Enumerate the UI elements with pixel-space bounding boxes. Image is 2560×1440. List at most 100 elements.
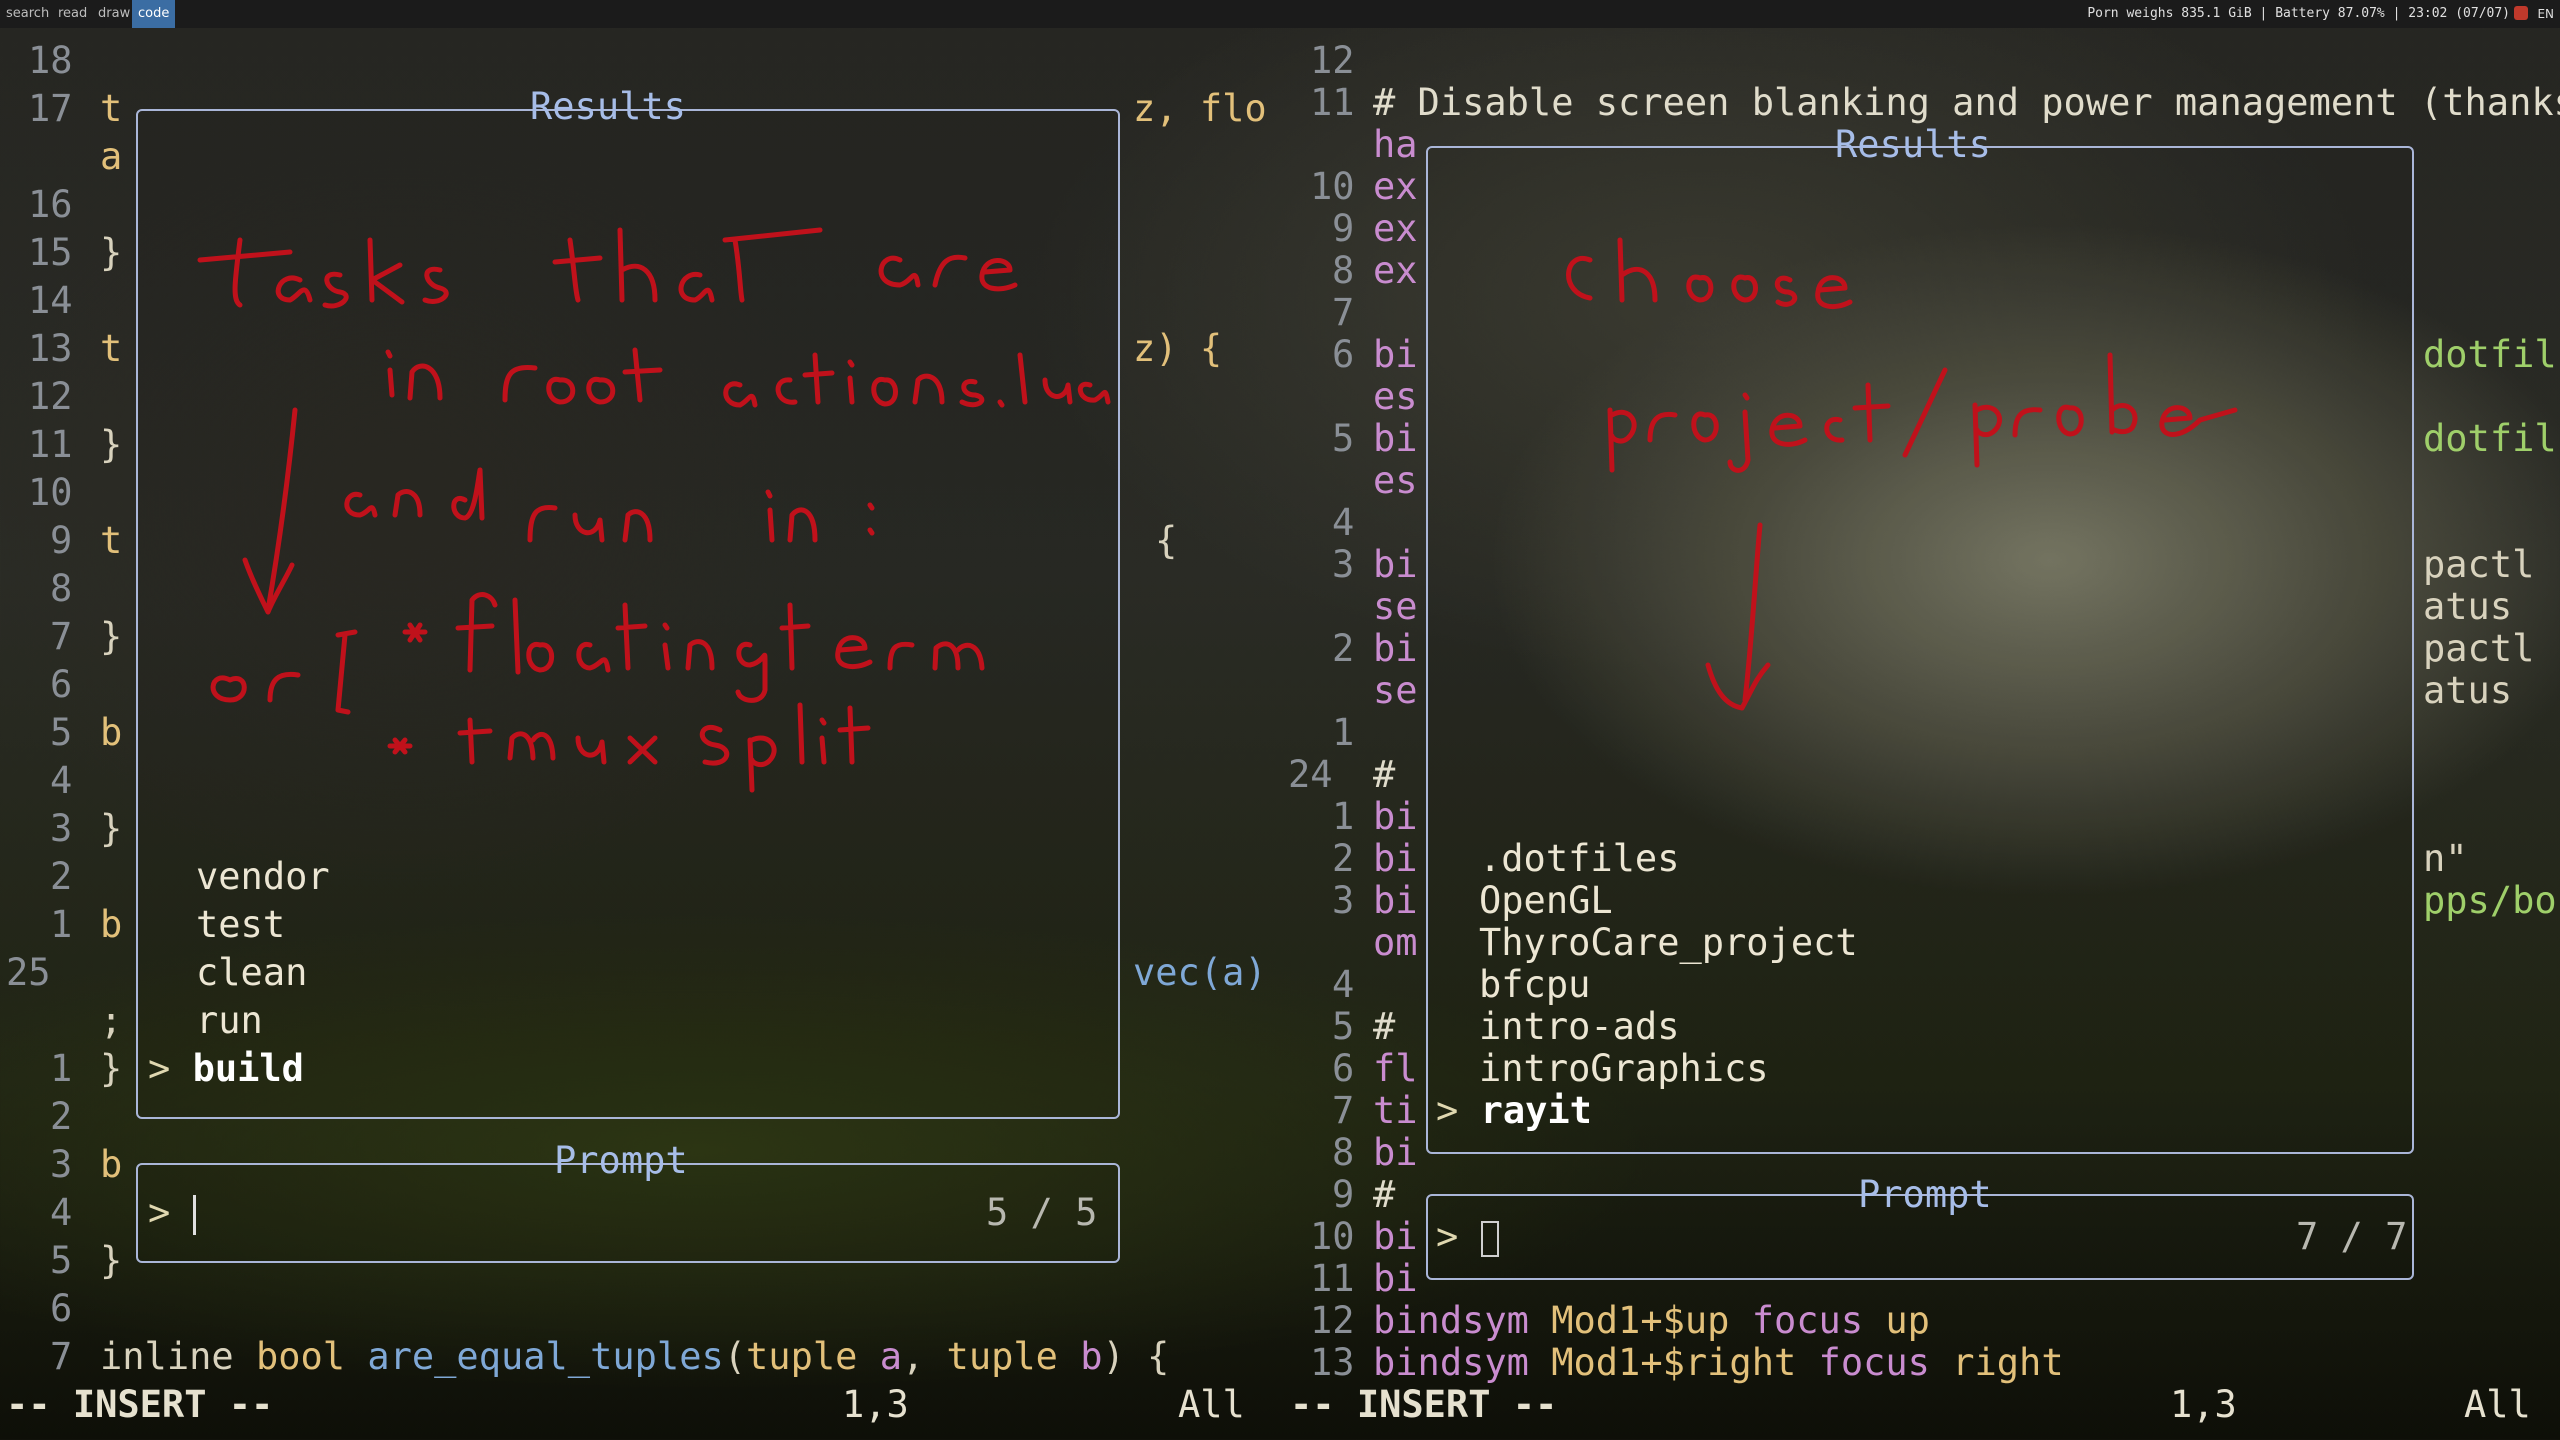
code-fragment: z) { xyxy=(1133,327,1223,370)
prompt-title: Prompt xyxy=(554,1139,688,1182)
code-fragment: bi xyxy=(1373,543,1418,586)
prompt-input[interactable]: > xyxy=(148,1192,196,1235)
line-number: 1 xyxy=(50,903,73,946)
result-item[interactable]: intro-ads xyxy=(1479,1006,1679,1048)
code-fragment: bi xyxy=(1373,627,1418,670)
line-number: 4 xyxy=(1332,501,1355,544)
block-cursor xyxy=(1480,1220,1499,1257)
workspace-draw[interactable]: draw xyxy=(92,0,136,28)
line-number: 6 xyxy=(1332,1047,1355,1090)
type: bool xyxy=(255,1335,346,1378)
selected-result-item[interactable]: > build xyxy=(148,1048,304,1090)
result-item[interactable]: ThyroCare_project xyxy=(1479,922,1858,964)
line-number: 4 xyxy=(50,759,73,802)
code-fragment: a xyxy=(100,135,123,178)
code-fragment: bi xyxy=(1373,417,1418,460)
code-fragment: } xyxy=(100,231,123,274)
line-number: 1 xyxy=(50,1047,73,1090)
code-fragment: pactl xyxy=(2423,627,2535,670)
line-number: 2 xyxy=(50,1095,73,1138)
keyword: bindsym xyxy=(1373,1299,1529,1342)
line-number: 18 xyxy=(28,39,73,82)
line-number: 11 xyxy=(28,423,73,466)
disk-status: Porn weighs 835.1 GiB xyxy=(2087,6,2252,21)
code-fragment: t xyxy=(100,87,123,130)
prompt-input[interactable]: > xyxy=(1436,1216,1499,1258)
code-fragment: ; xyxy=(100,999,123,1042)
line-number: 5 xyxy=(1332,1005,1355,1048)
code-fragment: se xyxy=(1373,585,1418,628)
status-bar: Porn weighs 835.1 GiB | Battery 87.07% |… xyxy=(2087,6,2510,21)
line-number: 3 xyxy=(50,1143,73,1186)
result-item[interactable]: .dotfiles xyxy=(1479,838,1679,880)
code-fragment: b xyxy=(100,711,123,754)
keyboard-layout-indicator[interactable]: EN xyxy=(2537,0,2554,28)
result-item[interactable]: OpenGL xyxy=(1479,880,1613,922)
code-fragment: bi xyxy=(1373,1215,1418,1258)
line-number: 2 xyxy=(1332,627,1355,670)
code-fragment: { xyxy=(1155,519,1178,562)
tray-app-icon[interactable] xyxy=(2514,6,2528,20)
code-fragment: # xyxy=(1373,1173,1396,1216)
line-number: 3 xyxy=(1332,543,1355,586)
result-item[interactable]: introGraphics xyxy=(1479,1048,1769,1090)
code-fragment: atus xyxy=(2423,585,2513,628)
param: b xyxy=(1080,1335,1103,1378)
line-number: 3 xyxy=(1332,879,1355,922)
selection-caret: > xyxy=(148,1047,193,1090)
punct: ( xyxy=(723,1335,747,1378)
workspace-read[interactable]: read xyxy=(52,0,93,28)
workspace-code[interactable]: code xyxy=(132,0,176,28)
result-item[interactable]: vendor xyxy=(196,856,330,898)
code-fragment: vec(a) xyxy=(1133,951,1267,994)
line-number: 7 xyxy=(50,615,73,658)
line-number: 4 xyxy=(50,1191,73,1234)
line-number: 4 xyxy=(1332,963,1355,1006)
code-fragment: bi xyxy=(1373,333,1418,376)
workspace-search[interactable]: search xyxy=(0,0,55,28)
line-number: 14 xyxy=(28,279,73,322)
selected-label: build xyxy=(192,1047,304,1090)
mode-indicator: -- INSERT -- xyxy=(1290,1383,1558,1426)
result-item[interactable]: clean xyxy=(196,952,307,994)
line-number: 8 xyxy=(1332,1131,1355,1174)
selected-label: rayit xyxy=(1480,1089,1592,1132)
result-item[interactable]: bfcpu xyxy=(1479,964,1590,1006)
line-number: 7 xyxy=(1332,291,1355,334)
battery-status: Battery 87.07% xyxy=(2275,6,2385,21)
code-fragment: bi xyxy=(1373,837,1418,880)
code-fragment: bi xyxy=(1373,795,1418,838)
scroll-position: All xyxy=(1178,1383,1245,1426)
line-number: 25 xyxy=(6,951,51,994)
line-number: 3 xyxy=(50,807,73,850)
line-number: 9 xyxy=(50,519,73,562)
line-number: 6 xyxy=(50,663,73,706)
code-fragment: # xyxy=(1373,753,1396,796)
keyword: inline xyxy=(100,1335,234,1378)
line-number: 9 xyxy=(1332,207,1355,250)
result-item[interactable]: test xyxy=(196,904,285,946)
line-number: 5 xyxy=(1332,417,1355,460)
line-number: 13 xyxy=(28,327,73,370)
line-number: 24 xyxy=(1288,753,1333,796)
code-fragment: } xyxy=(100,615,123,658)
prompt-symbol: > xyxy=(148,1191,171,1234)
code-fragment: # xyxy=(1373,1005,1396,1048)
code-fragment: bi xyxy=(1373,1257,1418,1300)
result-item[interactable]: run xyxy=(196,1000,263,1042)
selected-result-item[interactable]: > rayit xyxy=(1436,1090,1592,1132)
line-number: 12 xyxy=(28,375,73,418)
type: tuple xyxy=(946,1335,1058,1378)
line-number: 8 xyxy=(1332,249,1355,292)
line-number: 5 xyxy=(50,1239,73,1282)
prompt-symbol: > xyxy=(1436,1215,1459,1258)
mode-indicator: -- INSERT -- xyxy=(6,1383,274,1426)
command: focus xyxy=(1751,1299,1864,1342)
code-fragment: pactl xyxy=(2423,543,2535,586)
line-number: 11 xyxy=(1310,81,1355,124)
line-number: 2 xyxy=(1332,837,1355,880)
line-number: 10 xyxy=(1310,165,1355,208)
binding: Mod1+$up xyxy=(1551,1299,1730,1342)
match-count: 5 / 5 xyxy=(986,1191,1098,1234)
code-line: bindsym Mod1+$right focus right xyxy=(1373,1342,2064,1384)
